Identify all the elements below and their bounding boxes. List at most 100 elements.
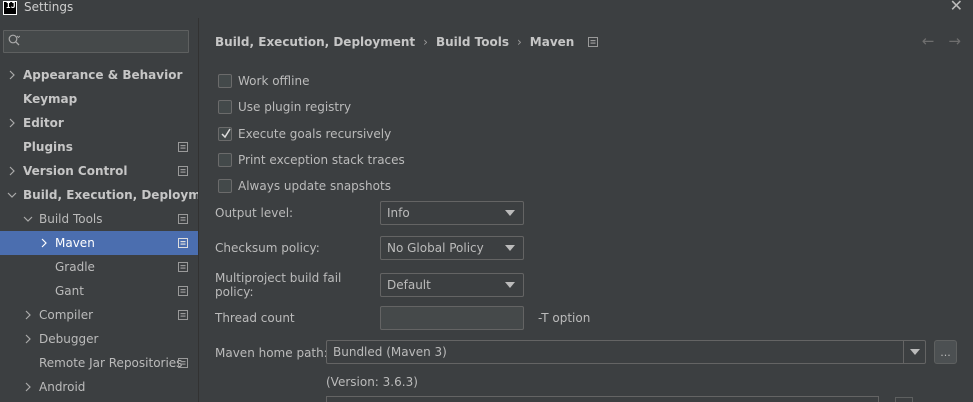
checkbox[interactable]	[218, 153, 232, 168]
sidebar-item-label: Gradle	[55, 260, 95, 274]
settings-tree: Appearance & Behavior Keymap Editor Plugins…	[0, 63, 223, 399]
back-arrow-icon[interactable]: ←	[922, 32, 935, 50]
window-title: Settings	[24, 0, 74, 14]
sidebar-item-gant[interactable]: Gant	[0, 279, 198, 303]
close-icon[interactable]: ✕	[950, 0, 963, 14]
sidebar-item-label: Keymap	[23, 92, 78, 106]
project-scope-icon	[588, 37, 599, 47]
chevron-right-icon[interactable]	[23, 310, 33, 320]
breadcrumb: Build, Execution, Deployment › Build Too…	[215, 35, 599, 49]
output-level-dropdown[interactable]: Info	[380, 201, 524, 225]
breadcrumb-item-build-execution-deployment[interactable]: Build, Execution, Deployment	[215, 35, 415, 49]
settings-panel: Build, Execution, Deployment › Build Too…	[199, 18, 973, 402]
sidebar-item-appearance-behavior[interactable]: Appearance & Behavior	[0, 63, 198, 87]
sidebar-item-label: Editor	[23, 116, 64, 130]
breadcrumb-item-maven: Maven	[529, 35, 575, 49]
chevron-down-icon	[505, 210, 515, 216]
sidebar-item-build-tools[interactable]: Build Tools	[0, 207, 198, 231]
sidebar-item-gradle[interactable]: Gradle	[0, 255, 198, 279]
option-always-update-snapshots[interactable]: Always update snapshots	[218, 173, 405, 199]
thread-count-input[interactable]	[380, 306, 524, 330]
thread-count-suffix: -T option	[538, 311, 591, 325]
sidebar-item-label: Maven	[55, 236, 95, 250]
sidebar-item-plugins[interactable]: Plugins	[0, 135, 198, 159]
sidebar-item-maven[interactable]: Maven	[0, 231, 198, 255]
project-scope-icon	[178, 214, 188, 224]
option-use-plugin-registry[interactable]: Use plugin registry	[218, 94, 405, 120]
forward-arrow-icon[interactable]: →	[948, 32, 961, 50]
chevron-right-icon[interactable]	[7, 166, 17, 176]
option-execute-goals-recursively[interactable]: Execute goals recursively	[218, 121, 405, 147]
sidebar-item-label: Compiler	[39, 308, 94, 322]
chevron-right-icon[interactable]	[39, 238, 49, 248]
output-level-row: Output level: Info	[215, 201, 524, 225]
project-scope-icon	[178, 310, 188, 320]
fail-policy-dropdown[interactable]: Default	[380, 273, 524, 297]
sidebar: Appearance & Behavior Keymap Editor Plugins…	[0, 18, 223, 402]
navigation-arrows: ← →	[922, 32, 961, 50]
sidebar-item-android[interactable]: Android	[0, 375, 198, 399]
checkbox[interactable]	[218, 126, 232, 141]
sidebar-item-debugger[interactable]: Debugger	[0, 327, 198, 351]
chevron-down-icon	[505, 282, 515, 288]
sidebar-item-label: Debugger	[39, 332, 99, 346]
sidebar-item-compiler[interactable]: Compiler	[0, 303, 198, 327]
option-label: Work offline	[238, 74, 310, 89]
sidebar-item-label: Remote Jar Repositories	[39, 356, 183, 370]
intellij-logo-icon: IJ	[3, 0, 17, 15]
search-icon	[8, 34, 20, 46]
chevron-down-icon	[505, 245, 515, 251]
search-input[interactable]	[3, 30, 189, 53]
browse-button[interactable]: ...	[934, 340, 957, 364]
project-scope-icon	[178, 238, 188, 248]
chevron-down-icon[interactable]	[7, 190, 17, 200]
output-level-value: Info	[387, 206, 410, 220]
checkbox[interactable]	[218, 74, 232, 89]
project-scope-icon	[178, 286, 188, 296]
sidebar-item-label: Build, Execution, Deployment	[23, 188, 224, 202]
chevron-down-icon	[910, 349, 920, 355]
title-bar: IJ Settings ✕	[0, 0, 973, 17]
option-print-exception-stack-traces[interactable]: Print exception stack traces	[218, 147, 405, 173]
chevron-down-icon[interactable]	[23, 214, 33, 224]
sidebar-item-label: Appearance & Behavior	[23, 68, 183, 82]
project-scope-icon	[178, 262, 188, 272]
fail-policy-label: Multiproject build fail policy:	[215, 271, 342, 299]
sidebar-item-build-execution-deployment[interactable]: Build, Execution, Deployment	[0, 183, 223, 207]
settings-file-field[interactable]	[326, 396, 879, 402]
dropdown-separator	[903, 341, 904, 363]
fail-policy-row: Multiproject build fail policy: Default	[215, 271, 524, 299]
checksum-policy-label: Checksum policy:	[215, 241, 320, 255]
breadcrumb-separator: ›	[516, 35, 522, 49]
option-label: Execute goals recursively	[238, 126, 392, 141]
option-work-offline[interactable]: Work offline	[218, 68, 405, 94]
sidebar-item-label: Android	[39, 380, 86, 394]
breadcrumb-separator: ›	[423, 35, 428, 49]
project-scope-icon	[178, 142, 188, 152]
checkmark-icon	[221, 128, 231, 138]
sidebar-item-editor[interactable]: Editor	[0, 111, 198, 135]
thread-count-label: Thread count	[215, 311, 295, 325]
output-level-label: Output level:	[215, 206, 294, 220]
sidebar-item-label: Version Control	[23, 164, 128, 178]
sidebar-item-remote-jar-repositories[interactable]: Remote Jar Repositories	[0, 351, 198, 375]
checkbox[interactable]	[218, 179, 232, 194]
sidebar-item-version-control[interactable]: Version Control	[0, 159, 198, 183]
checkbox[interactable]	[218, 100, 232, 115]
chevron-right-icon[interactable]	[7, 70, 17, 80]
thread-count-row: Thread count -T option	[215, 306, 590, 330]
sidebar-item-label: Gant	[55, 284, 84, 298]
option-label: Always update snapshots	[238, 179, 391, 194]
chevron-right-icon[interactable]	[23, 334, 33, 344]
chevron-right-icon[interactable]	[23, 382, 33, 392]
project-scope-icon	[178, 358, 188, 368]
breadcrumb-item-build-tools[interactable]: Build Tools	[436, 35, 509, 49]
sidebar-item-keymap[interactable]: Keymap	[0, 87, 198, 111]
checksum-policy-value: No Global Policy	[387, 241, 484, 255]
maven-home-path-dropdown[interactable]: Bundled (Maven 3)	[326, 340, 926, 364]
override-button[interactable]	[895, 397, 913, 402]
sidebar-item-label: Build Tools	[39, 212, 103, 226]
checksum-policy-dropdown[interactable]: No Global Policy	[380, 236, 524, 260]
chevron-right-icon[interactable]	[7, 118, 17, 128]
maven-options: Work offline Use plugin registry Execute g…	[218, 68, 405, 199]
